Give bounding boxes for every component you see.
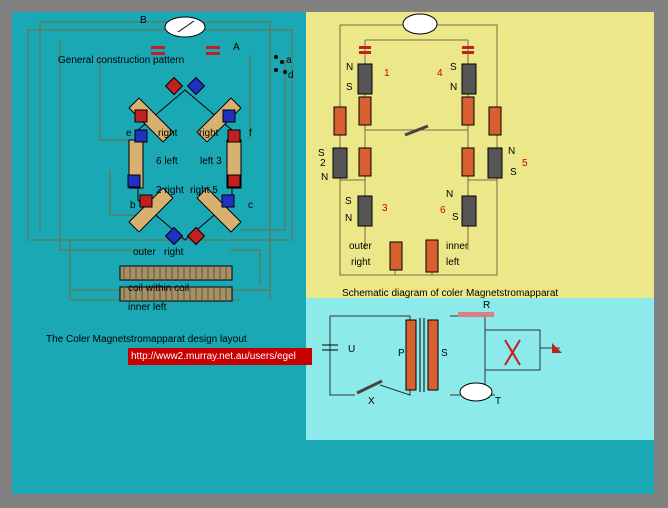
- coil-label: inner: [446, 241, 469, 252]
- pole-label: S: [452, 212, 459, 223]
- pole-label: S: [510, 167, 517, 178]
- magnet-number: 5: [522, 158, 528, 169]
- coil-label: outer: [133, 247, 156, 258]
- circuit-label: R: [483, 300, 491, 311]
- pole-label: N: [450, 82, 458, 93]
- coil-label: right: [199, 128, 219, 139]
- switch-icon: [356, 379, 383, 395]
- terminal-label: A: [233, 42, 240, 53]
- coil-label: left: [446, 257, 460, 268]
- diagram-drawing: [27, 13, 562, 402]
- coil-label: outer: [349, 241, 372, 252]
- coil-label: left 3: [200, 156, 222, 167]
- magnet-number: 1: [384, 68, 390, 79]
- relay-contacts: [504, 339, 521, 366]
- pole-label: N: [345, 213, 353, 224]
- terminal-label: c: [248, 200, 253, 211]
- magnet-ring: [127, 76, 242, 246]
- diode-icon: [552, 343, 562, 353]
- pole-label: S: [346, 82, 353, 93]
- circuit-label: X: [368, 396, 375, 407]
- transformer-coils: [405, 319, 439, 391]
- capacitor-icon: [151, 46, 220, 55]
- coil-label: right: [158, 128, 178, 139]
- magnet-bars: [332, 63, 503, 227]
- magnet-number: 3: [382, 203, 388, 214]
- coil-label: right 5: [190, 185, 218, 196]
- circuit-label: U: [348, 344, 356, 355]
- circuit-label: P: [398, 348, 405, 359]
- pole-label: S: [450, 62, 457, 73]
- terminal-label: a: [286, 55, 292, 66]
- diagram-frame: B A a d b c e f General construction pat…: [0, 0, 668, 508]
- source-link[interactable]: http://www2.murray.net.au/users/egel: [128, 348, 312, 365]
- meter-icon: [402, 13, 438, 35]
- pole-label: N: [446, 189, 454, 200]
- pole-label: N: [508, 146, 516, 157]
- coil-label: 6 left: [156, 156, 178, 167]
- terminal-label: e: [126, 128, 132, 139]
- coil-label: coil within coil: [128, 283, 190, 294]
- terminal-label: d: [288, 70, 294, 81]
- pole-label: S: [345, 196, 352, 207]
- coil-label: right: [164, 247, 184, 258]
- circuit-label: S: [441, 348, 448, 359]
- magnet-number: 6: [440, 205, 446, 216]
- design-caption: The Coler Magnetstromapparat design layo…: [46, 334, 247, 345]
- magnet-number: 2: [320, 158, 326, 169]
- resistor-icon: [458, 312, 494, 317]
- coil-label: 2 right: [156, 185, 184, 196]
- circuit-label: T: [495, 396, 502, 407]
- meter-icon: [459, 382, 493, 402]
- magnet-number: 4: [437, 68, 443, 79]
- coil-label: inner left: [128, 302, 167, 313]
- coil-label: right: [351, 257, 371, 268]
- terminal-label: f: [249, 128, 252, 139]
- terminal-label: B: [140, 15, 147, 26]
- pole-label: N: [346, 62, 354, 73]
- construction-title: General construction pattern: [58, 55, 185, 66]
- terminal-label: b: [130, 200, 136, 211]
- capacitor-icon: [359, 46, 474, 54]
- pole-label: N: [321, 172, 329, 183]
- schematic-title: Schematic diagram of coler Magnetstromap…: [342, 288, 559, 299]
